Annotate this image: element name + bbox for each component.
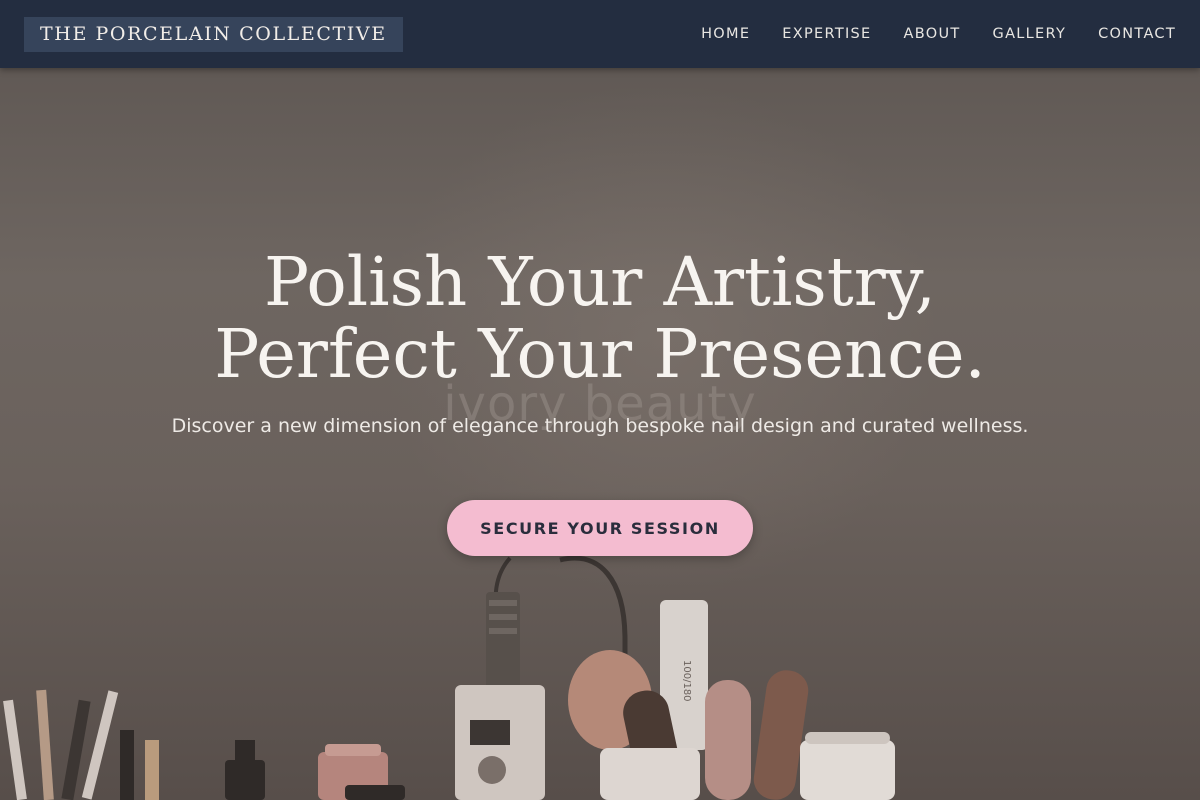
hero-headline-line-1: Polish Your Artistry, <box>264 243 936 321</box>
nav-home-link[interactable]: HOME <box>701 26 750 42</box>
secure-session-button[interactable]: SECURE YOUR SESSION <box>447 500 753 556</box>
buffer-2 <box>705 680 751 800</box>
brush-1 <box>3 699 27 800</box>
main-nav: HOME EXPERTISE ABOUT GALLERY CONTACT <box>669 26 1176 42</box>
brush-2 <box>36 689 54 800</box>
hero-subtitle: Discover a new dimension of elegance thr… <box>171 415 1029 437</box>
nav-about-link[interactable]: ABOUT <box>904 26 961 42</box>
cream-pot-1 <box>600 748 700 800</box>
drill-handle <box>486 592 520 692</box>
hero-headline: Polish Your Artistry, Perfect Your Prese… <box>0 246 1200 390</box>
nav-contact-link[interactable]: CONTACT <box>1098 26 1176 42</box>
polish-bottle-3 <box>345 785 405 800</box>
brand-logo[interactable]: THE PORCELAIN COLLECTIVE <box>24 16 403 52</box>
cream-pot-2 <box>800 740 895 800</box>
nav-expertise-link[interactable]: EXPERTISE <box>782 26 871 42</box>
brush-5 <box>120 730 134 800</box>
hero-headline-line-2: Perfect Your Presence. <box>214 315 986 393</box>
nail-file-label: 100/180 <box>681 660 692 702</box>
polish-bottle-1 <box>225 760 265 800</box>
nav-gallery-link[interactable]: GALLERY <box>993 26 1067 42</box>
brush-6 <box>145 740 159 800</box>
top-navbar: THE PORCELAIN COLLECTIVE HOME EXPERTISE … <box>0 0 1200 68</box>
